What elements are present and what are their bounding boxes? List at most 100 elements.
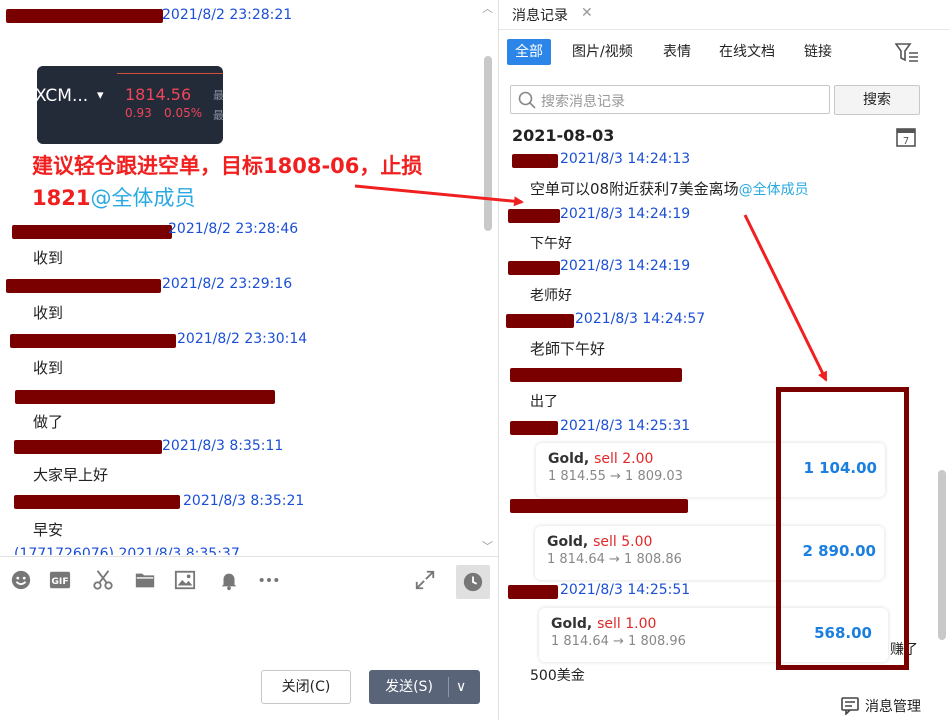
send-label: 发送(S) bbox=[385, 679, 433, 695]
history-footer-text: 500美金 bbox=[530, 668, 585, 684]
trade-asset-name: Gold, bbox=[548, 451, 590, 467]
redacted-sender bbox=[14, 440, 162, 454]
ticker-accent-line bbox=[117, 73, 223, 74]
history-timestamp: 2021/8/3 14:24:19 bbox=[560, 258, 691, 274]
history-message-text: 空单可以08附近获利7美金离场@全体成员 bbox=[530, 178, 809, 199]
scroll-down-icon[interactable]: ﹀ bbox=[482, 538, 493, 554]
redacted-sender bbox=[510, 499, 688, 513]
mention-all[interactable]: @全体成员 bbox=[90, 186, 195, 210]
scroll-up-icon[interactable]: ︿ bbox=[482, 0, 493, 16]
filter-docs[interactable]: 在线文档 bbox=[711, 39, 783, 65]
message-timestamp: 2021/8/3 8:35:21 bbox=[183, 493, 305, 509]
history-timestamp: 2021/8/3 14:24:13 bbox=[560, 151, 691, 167]
history-message-text: 下午好 bbox=[530, 236, 572, 252]
folder-icon[interactable] bbox=[132, 569, 158, 595]
gif-label: GIF bbox=[51, 576, 68, 587]
trade-asset: Gold, sell 2.00 bbox=[548, 451, 653, 467]
image-icon[interactable] bbox=[172, 569, 198, 595]
redacted-sender bbox=[508, 261, 560, 275]
send-divider bbox=[448, 677, 449, 697]
search-icon bbox=[518, 91, 536, 109]
message-text: 早安 bbox=[33, 521, 64, 539]
more-icon[interactable] bbox=[256, 569, 282, 595]
ticker-caret: ▾ bbox=[97, 88, 104, 103]
message-text: 收到 bbox=[33, 249, 64, 267]
history-clock-icon[interactable] bbox=[456, 565, 490, 599]
chat-pane: 2021/8/2 23:28:21 XCM... ▾ 1814.56 0.93 … bbox=[0, 0, 498, 720]
message-text: 收到 bbox=[33, 304, 64, 322]
message-manage-icon bbox=[841, 697, 859, 715]
history-timestamp: 2021/8/3 14:24:19 bbox=[560, 206, 691, 222]
redacted-sender bbox=[510, 368, 682, 382]
history-message-text: 老师好 bbox=[530, 288, 572, 304]
redacted-sender bbox=[508, 585, 558, 599]
message-timestamp: 2021/8/2 23:28:21 bbox=[162, 7, 293, 23]
message-timestamp: 2021/8/3 8:35:11 bbox=[162, 438, 284, 454]
tab-close-icon[interactable]: ✕ bbox=[581, 5, 593, 21]
message-text: 做了 bbox=[33, 413, 64, 431]
history-search-input[interactable]: 搜索消息记录 bbox=[510, 85, 830, 114]
market-ticker-card[interactable]: XCM... ▾ 1814.56 0.93 0.05% 最 最 bbox=[37, 66, 223, 144]
history-scrollbar[interactable] bbox=[938, 470, 946, 640]
message-timestamp: 2021/8/2 23:29:16 bbox=[162, 276, 293, 292]
redacted-sender bbox=[512, 154, 558, 168]
send-button[interactable]: 发送(S) ∨ bbox=[369, 670, 480, 704]
ticker-tail-1: 最 bbox=[213, 89, 223, 102]
ticker-tail: 最 最 bbox=[213, 86, 223, 126]
history-timestamp: 2021/8/3 14:25:31 bbox=[560, 418, 691, 434]
bell-icon[interactable] bbox=[216, 569, 242, 595]
ticker-tail-2: 最 bbox=[213, 109, 223, 122]
redacted-sender bbox=[506, 314, 574, 328]
redacted-sender bbox=[6, 279, 161, 293]
redacted-sender bbox=[508, 209, 560, 223]
ticker-price: 1814.56 bbox=[125, 85, 192, 104]
trade-side: sell 5.00 bbox=[593, 534, 653, 550]
filter-media[interactable]: 图片/视频 bbox=[564, 39, 641, 65]
redacted-sender bbox=[6, 9, 163, 23]
signal-annotation: 建议轻仓跟进空单，目标1808-06，止损1821@全体成员 bbox=[32, 150, 492, 214]
history-message-text: 出了 bbox=[530, 394, 558, 410]
search-placeholder: 搜索消息记录 bbox=[541, 94, 625, 110]
chat-message-area: 2021/8/2 23:28:21 XCM... ▾ 1814.56 0.93 … bbox=[0, 0, 498, 555]
message-timestamp: (1771726076) 2021/8/3 8:35:37 bbox=[14, 546, 240, 555]
filter-all[interactable]: 全部 bbox=[507, 39, 551, 65]
filter-funnel-icon[interactable] bbox=[894, 42, 919, 64]
message-text: 大家早上好 bbox=[33, 466, 109, 484]
ticker-change: 0.93 bbox=[125, 106, 152, 120]
calendar-icon[interactable]: 7 bbox=[895, 126, 917, 148]
trade-asset: Gold, sell 5.00 bbox=[547, 534, 652, 550]
ticker-symbol: XCM... bbox=[37, 86, 89, 106]
trade-route: 1 814.64 → 1 808.96 bbox=[551, 634, 686, 649]
emoji-icon[interactable] bbox=[8, 569, 34, 595]
filter-links[interactable]: 链接 bbox=[796, 39, 840, 65]
expand-icon[interactable] bbox=[412, 569, 438, 595]
redacted-sender bbox=[15, 390, 275, 404]
trade-asset-name: Gold, bbox=[551, 616, 593, 632]
redacted-sender bbox=[10, 334, 176, 348]
tab-message-history[interactable]: 消息记录 ✕ bbox=[499, 0, 949, 30]
chat-scrollbar[interactable] bbox=[484, 56, 492, 231]
tab-title: 消息记录 bbox=[512, 8, 568, 24]
message-timestamp: 2021/8/2 23:28:46 bbox=[168, 221, 299, 237]
message-timestamp: 2021/8/2 23:30:14 bbox=[177, 331, 308, 347]
send-options-chevron-icon[interactable]: ∨ bbox=[456, 671, 466, 703]
history-message-body: 空单可以08附近获利7美金离场 bbox=[530, 180, 739, 198]
compose-toolbar: GIF bbox=[0, 556, 498, 604]
history-timestamp: 2021/8/3 14:25:51 bbox=[560, 582, 691, 598]
search-button[interactable]: 搜索 bbox=[834, 85, 920, 115]
ticker-change-pct: 0.05% bbox=[164, 106, 203, 120]
history-timestamp: 2021/8/3 14:24:57 bbox=[575, 311, 706, 327]
trade-route: 1 814.55 → 1 809.03 bbox=[548, 469, 683, 484]
history-message-text: 老師下午好 bbox=[530, 340, 606, 358]
svg-text:7: 7 bbox=[903, 136, 909, 147]
gif-icon[interactable]: GIF bbox=[47, 569, 73, 595]
trade-side: sell 1.00 bbox=[597, 616, 657, 632]
filter-stickers[interactable]: 表情 bbox=[655, 39, 699, 65]
highlight-box bbox=[776, 387, 909, 670]
trade-asset: Gold, sell 1.00 bbox=[551, 616, 656, 632]
date-header: 2021-08-03 bbox=[512, 126, 615, 145]
close-button[interactable]: 关闭(C) bbox=[261, 670, 351, 704]
mention-all[interactable]: @全体成员 bbox=[739, 182, 809, 198]
trade-asset-name: Gold, bbox=[547, 534, 589, 550]
scissors-icon[interactable] bbox=[90, 569, 116, 595]
